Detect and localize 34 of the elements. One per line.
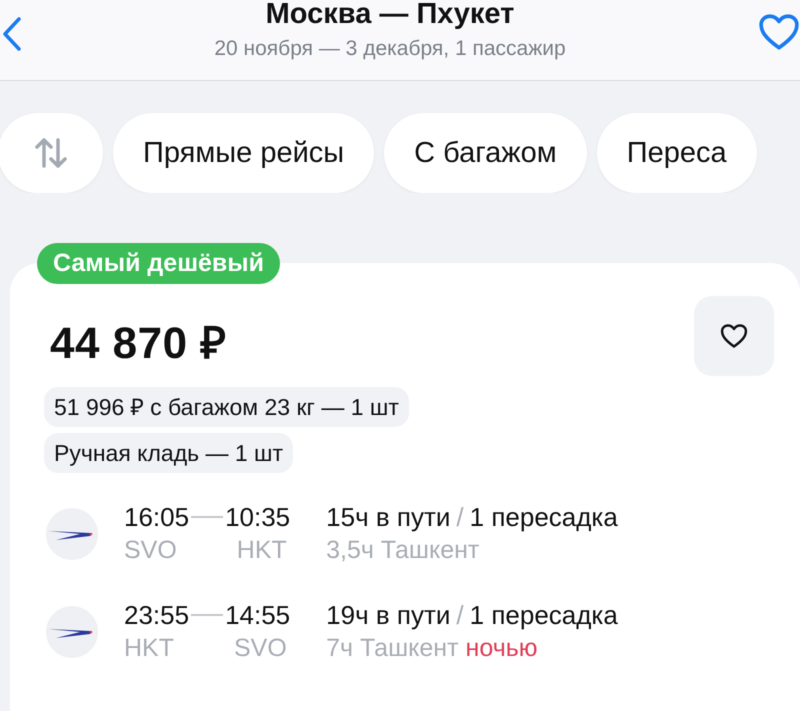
cheapest-badge: Самый дешёвый — [37, 243, 280, 284]
favorite-button[interactable] — [694, 296, 774, 376]
layover-info: 7ч Ташкент — [326, 633, 459, 664]
back-icon[interactable] — [2, 16, 22, 52]
airline-logo-icon — [46, 606, 98, 658]
price: 44 870 ₽ — [50, 318, 227, 370]
arrival-time: 14:55 — [225, 599, 290, 631]
arrival-time: 10:35 — [225, 501, 290, 533]
trip-details: 20 ноября — 3 декабря, 1 пассажир — [213, 36, 567, 62]
airline-logo-icon — [46, 508, 98, 560]
night-warning: ночью — [466, 633, 538, 664]
transfer-count: 1 пересадка — [470, 501, 618, 533]
filter-chip[interactable]: Прямые рейсы — [113, 113, 374, 193]
filter-chip[interactable]: Переса — [596, 113, 757, 193]
route-title: Москва — Пхукет — [264, 0, 516, 31]
transfer-count: 1 пересадка — [470, 599, 618, 631]
sort-button[interactable] — [0, 113, 103, 193]
layover-info: 3,5ч Ташкент — [326, 535, 480, 566]
flight-duration: 15ч в пути — [326, 501, 450, 533]
departure-time: 16:05 — [124, 501, 190, 533]
separator: / — [456, 599, 464, 631]
airport-code: SVO — [234, 633, 287, 664]
separator: / — [456, 501, 464, 533]
baggage-tag: Ручная кладь — 1 шт — [44, 433, 294, 473]
sort-icon — [34, 136, 68, 170]
airport-code: SVO — [124, 535, 177, 566]
departure-time: 23:55 — [124, 599, 190, 631]
filter-chip[interactable]: С багажом — [384, 113, 587, 193]
heart-icon — [720, 323, 748, 349]
flight-duration: 19ч в пути — [326, 599, 450, 631]
baggage-tag: 51 996 ₽ с багажом 23 кг — 1 шт — [44, 387, 409, 427]
airport-code: HKT — [124, 633, 174, 664]
airport-code: HKT — [236, 535, 287, 566]
favorite-icon[interactable] — [758, 13, 800, 51]
